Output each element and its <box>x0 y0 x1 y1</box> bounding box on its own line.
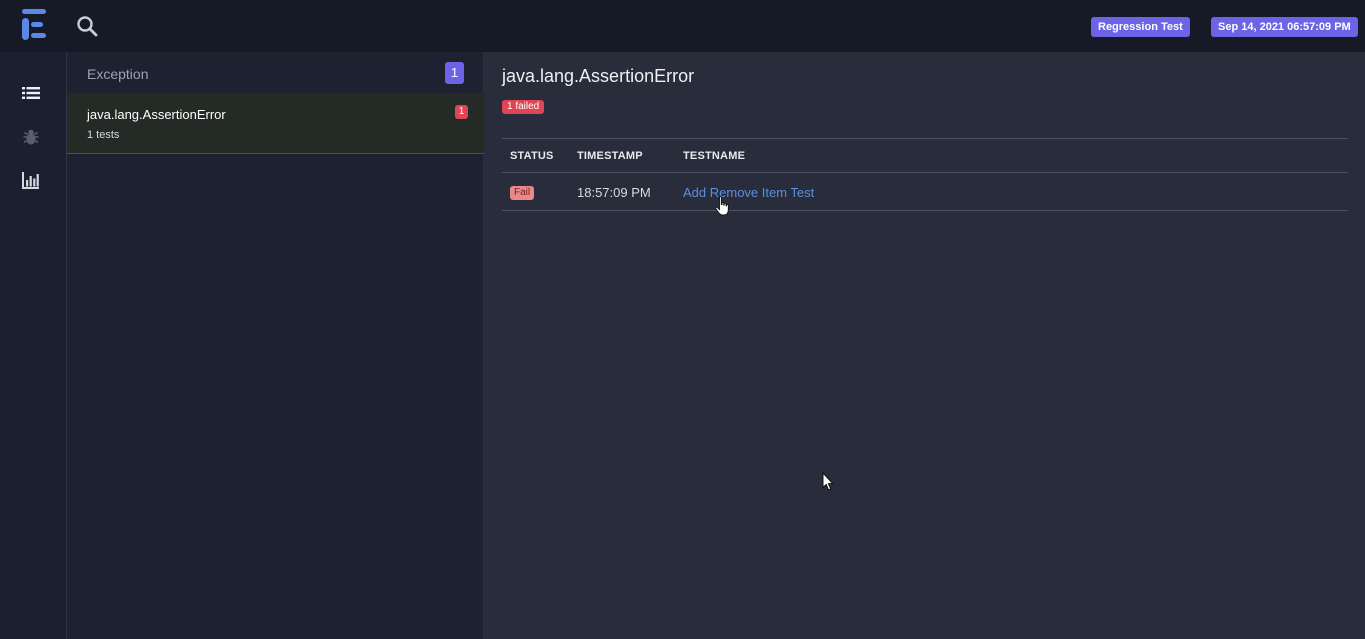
exception-name: java.lang.AssertionError <box>87 107 226 122</box>
exception-detail: java.lang.AssertionError 1 failed STATUS… <box>484 52 1365 639</box>
side-navigation <box>0 52 67 639</box>
bug-icon[interactable] <box>22 128 40 146</box>
exception-fail-count-badge: 1 <box>455 105 468 119</box>
suite-name-badge: Regression Test <box>1091 17 1190 37</box>
report-date-badge: Sep 14, 2021 06:57:09 PM <box>1211 17 1358 37</box>
search-icon[interactable] <box>76 15 98 37</box>
row-divider <box>502 210 1348 211</box>
list-icon[interactable] <box>22 84 40 102</box>
detail-title: java.lang.AssertionError <box>502 66 695 86</box>
column-header-status: STATUS <box>510 150 554 162</box>
column-header-timestamp: TIMESTAMP <box>577 150 643 162</box>
extent-logo-icon[interactable] <box>22 8 48 42</box>
exception-list-panel: Exception 1 java.lang.AssertionError 1 t… <box>67 52 484 639</box>
failed-count-badge: 1 failed <box>502 100 545 114</box>
table-top-divider <box>502 138 1348 139</box>
chart-icon[interactable] <box>22 171 40 189</box>
exception-panel-header: Exception 1 <box>67 52 484 93</box>
status-fail-badge: Fail <box>510 186 535 200</box>
exception-count-badge: 1 <box>445 62 464 84</box>
exception-panel-title: Exception <box>87 66 149 82</box>
column-header-testname: TESTNAME <box>683 150 746 162</box>
header-divider <box>502 172 1348 173</box>
exception-list-item[interactable]: java.lang.AssertionError 1 tests 1 <box>67 93 484 154</box>
top-bar: Regression Test Sep 14, 2021 06:57:09 PM <box>0 0 1365 52</box>
exception-test-count: 1 tests <box>87 129 120 141</box>
test-timestamp: 18:57:09 PM <box>577 185 651 200</box>
test-name-link[interactable]: Add Remove Item Test <box>683 185 814 200</box>
